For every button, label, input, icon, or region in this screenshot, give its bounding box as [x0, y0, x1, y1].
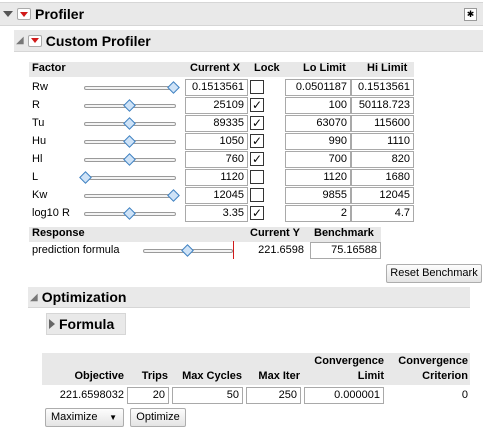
factor-slider-thumb[interactable] [79, 171, 92, 184]
trips-field[interactable]: 20 [127, 387, 169, 404]
current-x-field[interactable]: 25109 [185, 97, 248, 114]
lo-limit-field[interactable]: 9855 [285, 187, 351, 204]
factor-name: Rw [32, 81, 48, 93]
factor-slider-thumb[interactable] [167, 189, 180, 202]
current-x-field[interactable]: 89335 [185, 115, 248, 132]
factor-slider-thumb[interactable] [123, 153, 136, 166]
convergence-limit-col-header-line2: Limit [357, 370, 384, 382]
factor-col-header: Factor [32, 62, 66, 74]
custom-profiler-header: ◢ Custom Profiler [14, 30, 483, 52]
lock-checkbox[interactable]: ✓ [250, 206, 264, 220]
convergence-criterion-col-header-line1: Convergence [398, 355, 468, 367]
hi-limit-field[interactable]: 115600 [351, 115, 414, 132]
factor-slider-track[interactable] [84, 194, 176, 198]
response-name: prediction formula [32, 244, 120, 256]
expand-triangle-icon[interactable] [49, 319, 55, 329]
current-x-field[interactable]: 0.1513561 [185, 79, 248, 96]
collapse-triangle-icon[interactable]: ◢ [16, 35, 24, 46]
lo-limit-field[interactable]: 1120 [285, 169, 351, 186]
hi-limit-field[interactable]: 50118.723 [351, 97, 414, 114]
hi-limit-field[interactable]: 12045 [351, 187, 414, 204]
custom-profiler-menu-icon[interactable] [27, 34, 42, 47]
current-y-col-header: Current Y [250, 227, 300, 239]
convergence-limit-field[interactable]: 0.000001 [304, 387, 384, 404]
factor-name: R [32, 99, 40, 111]
factor-slider-thumb[interactable] [123, 135, 136, 148]
formula-header: Formula [46, 313, 126, 335]
lock-checkbox[interactable]: ✓ [250, 134, 264, 148]
lo-limit-field[interactable]: 63070 [285, 115, 351, 132]
hi-limit-col-header: Hi Limit [367, 62, 408, 74]
current-x-field[interactable]: 3.35 [185, 205, 248, 222]
benchmark-col-header: Benchmark [314, 227, 374, 239]
hi-limit-field[interactable]: 4.7 [351, 205, 414, 222]
profiler-menu-icon[interactable] [17, 8, 31, 20]
lo-limit-field[interactable]: 2 [285, 205, 351, 222]
current-y-value: 221.6598 [258, 244, 304, 256]
lo-limit-field[interactable]: 100 [285, 97, 351, 114]
response-slider-thumb[interactable] [181, 244, 194, 257]
factor-slider-thumb[interactable] [123, 117, 136, 130]
response-bench-marker [233, 241, 234, 259]
objective-col-header: Objective [74, 370, 124, 382]
convergence-limit-col-header-line1: Convergence [314, 355, 384, 367]
lo-limit-field[interactable]: 990 [285, 133, 351, 150]
factor-slider-thumb[interactable] [123, 99, 136, 112]
factor-slider-track[interactable] [84, 86, 176, 90]
convergence-criterion-col-header-line2: Criterion [422, 370, 468, 382]
lo-limit-field[interactable]: 700 [285, 151, 351, 168]
max-cycles-field[interactable]: 50 [172, 387, 243, 404]
lock-checkbox[interactable]: ✓ [250, 98, 264, 112]
profiler-header: Profiler ✱ [0, 2, 483, 26]
factor-name: Hu [32, 135, 47, 147]
optimize-button[interactable]: Optimize [130, 408, 186, 427]
lock-checkbox[interactable]: ✓ [250, 152, 264, 166]
factor-slider-track[interactable] [84, 176, 176, 180]
response-col-header: Response [32, 227, 85, 239]
custom-profiler-title: Custom Profiler [45, 32, 151, 49]
max-iter-field[interactable]: 250 [246, 387, 301, 404]
benchmark-value[interactable]: 75.16588 [310, 242, 381, 259]
current-x-field[interactable]: 1120 [185, 169, 248, 186]
current-x-field[interactable]: 1050 [185, 133, 248, 150]
factor-name: Tu [32, 117, 45, 129]
hi-limit-field[interactable]: 0.1513561 [351, 79, 414, 96]
collapse-triangle-icon[interactable]: ◢ [30, 292, 38, 303]
factor-name: Kw [32, 189, 48, 201]
lock-checkbox[interactable] [250, 170, 264, 184]
trips-col-header: Trips [141, 370, 168, 382]
factor-slider-thumb[interactable] [167, 81, 180, 94]
convergence-criterion-value: 0 [461, 389, 468, 401]
lo-limit-field[interactable]: 0.0501187 [285, 79, 351, 96]
chevron-down-icon: ▼ [109, 413, 117, 422]
objective-value: 221.6598032 [59, 389, 124, 401]
current-x-col-header: Current X [190, 62, 241, 74]
current-x-field[interactable]: 12045 [185, 187, 248, 204]
current-x-field[interactable]: 760 [185, 151, 248, 168]
lock-col-header: Lock [254, 62, 280, 74]
reset-benchmark-button[interactable]: Reset Benchmark [386, 264, 482, 283]
factor-name: L [32, 171, 39, 183]
optimization-title: Optimization [41, 289, 127, 305]
lock-checkbox[interactable]: ✓ [250, 116, 264, 130]
collapse-triangle-icon[interactable] [3, 11, 13, 17]
factor-name: log10 R [32, 207, 70, 219]
lock-checkbox[interactable] [250, 80, 264, 94]
lo-limit-col-header: Lo Limit [303, 62, 346, 74]
hi-limit-field[interactable]: 820 [351, 151, 414, 168]
optimization-header: ◢ Optimization [28, 287, 470, 308]
maximize-label: Maximize [51, 411, 98, 423]
maximize-dropdown[interactable]: Maximize ▼ [45, 408, 124, 427]
hi-limit-field[interactable]: 1110 [351, 133, 414, 150]
max-cycles-col-header: Max Cycles [182, 370, 242, 382]
factor-slider-thumb[interactable] [123, 207, 136, 220]
hi-limit-field[interactable]: 1680 [351, 169, 414, 186]
factor-name: Hl [32, 153, 43, 165]
profiler-title: Profiler [35, 6, 85, 22]
max-iter-col-header: Max Iter [258, 370, 300, 382]
lock-checkbox[interactable] [250, 188, 264, 202]
formula-title: Formula [59, 316, 115, 332]
popout-icon[interactable]: ✱ [464, 8, 477, 21]
